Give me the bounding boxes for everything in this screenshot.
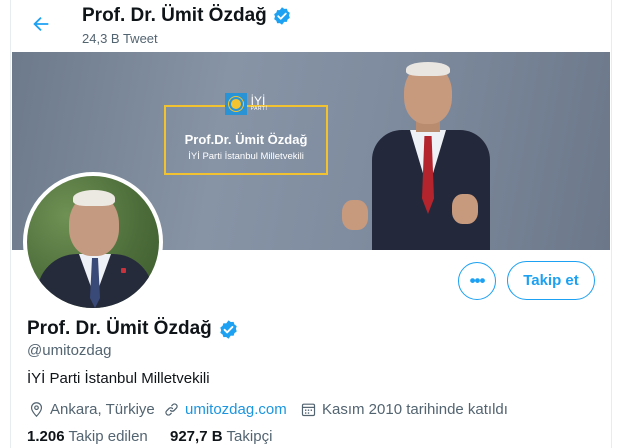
back-button[interactable] [22,9,60,39]
sun-icon [224,92,247,115]
more-options-button[interactable]: ••• [458,262,496,300]
avatar[interactable] [23,172,163,312]
profile-bio: İYİ Parti İstanbul Milletvekili [27,370,210,387]
arrow-left-icon [33,16,49,32]
following-stat[interactable]: 1.206 Takip edilen [27,428,148,445]
follow-button[interactable]: Takip et [507,261,595,300]
link-icon [165,402,178,416]
calendar-icon [301,403,316,416]
header-name: Prof. Dr. Ümit Özdağ [82,5,267,26]
followers-count: 927,7 B [170,428,223,445]
profile-handle: @umitozdag [27,342,112,359]
followers-stat[interactable]: 927,7 B Takipçi [170,428,272,445]
verified-badge-icon [220,319,237,339]
profile-website: umitozdag.com [163,399,287,419]
verified-badge-icon [273,7,290,25]
followers-label: Takipçi [226,428,273,445]
tweet-count: 24,3 B Tweet [82,31,158,46]
banner-sign: İYİ PARTİ Prof.Dr. Ümit Özdağ İYİ Parti … [164,92,328,175]
joined-text: Kasım 2010 tarihinde katıldı [322,400,508,418]
following-label: Takip edilen [68,428,148,445]
party-logo: İYİ PARTİ [166,90,326,117]
location-pin-icon [30,401,43,417]
banner-name: Prof.Dr. Ümit Özdağ [184,132,308,147]
header-title: Prof. Dr. Ümit Özdağ [82,5,292,27]
profile-joined: Kasım 2010 tarihinde katıldı [300,399,508,419]
location-text: Ankara, Türkiye [50,400,155,418]
banner-subtitle: İYİ Parti İstanbul Milletvekili [188,151,304,162]
website-link[interactable]: umitozdag.com [185,401,287,418]
following-count: 1.206 [27,428,65,445]
profile-name-text: Prof. Dr. Ümit Özdağ [27,318,212,339]
profile-name: Prof. Dr. Ümit Özdağ [27,318,239,340]
profile-location: Ankara, Türkiye [28,399,155,419]
party-sub: PARTİ [250,106,268,112]
